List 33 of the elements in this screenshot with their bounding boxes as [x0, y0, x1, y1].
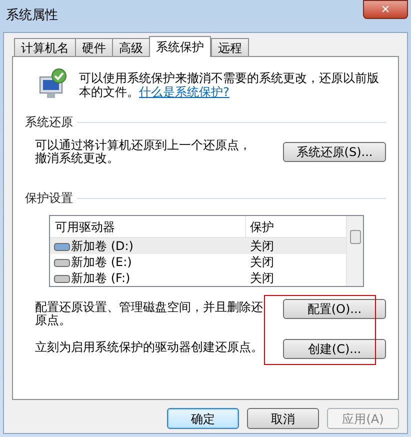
drive-icon [54, 258, 70, 266]
drive-icon [54, 274, 70, 282]
restore-description: 可以通过将计算机还原到上一个还原点，撤消系统更改。 [35, 139, 252, 165]
drive-name: 新加卷 (E:) [71, 254, 132, 271]
group-heading: 系统还原 [25, 114, 73, 131]
scrollbar[interactable] [346, 216, 363, 286]
window-title: 系统属性 [6, 7, 58, 26]
drive-name: 新加卷 (D:) [71, 238, 134, 255]
tab[interactable]: 计算机名 [14, 38, 76, 56]
action-description: 配置还原设置、管理磁盘空间，并且删除还原点。 [35, 301, 264, 327]
action-description: 立刻为启用系统保护的驱动器创建还原点。 [35, 341, 264, 354]
dialog-button[interactable]: 确定 [167, 408, 239, 429]
column-header[interactable]: 可用驱动器 [50, 216, 246, 237]
drive-row[interactable]: 新加卷 (F:) 关闭 [50, 270, 346, 286]
drive-name: 新加卷 (F:) [71, 270, 130, 286]
intro-text: 可以使用系统保护来撤消不需要的系统更改，还原以前版本的文件。什么是系统保护? [79, 70, 380, 101]
dialog-button[interactable]: 取消 [247, 408, 319, 429]
protection-status: 关闭 [249, 254, 274, 271]
action-button[interactable]: 配置(O)... [283, 299, 386, 319]
tab[interactable]: 硬件 [75, 38, 113, 56]
group-heading: 保护设置 [25, 190, 73, 207]
protection-status: 关闭 [249, 270, 274, 286]
tab[interactable]: 远程 [211, 38, 249, 56]
tab[interactable]: 系统保护 [149, 36, 211, 57]
drive-icon [54, 242, 70, 250]
column-header[interactable]: 保护 [246, 216, 346, 237]
action-button[interactable]: 创建(C)... [283, 339, 386, 359]
system-restore-button[interactable]: 系统还原(S)... [283, 142, 386, 162]
drive-row[interactable]: 新加卷 (E:) 关闭 [50, 254, 346, 270]
drive-row[interactable]: 新加卷 (D:) 关闭 [50, 238, 346, 254]
tab[interactable]: 高级 [112, 38, 150, 56]
help-link[interactable]: 什么是系统保护? [139, 85, 230, 99]
protection-status: 关闭 [249, 238, 274, 255]
